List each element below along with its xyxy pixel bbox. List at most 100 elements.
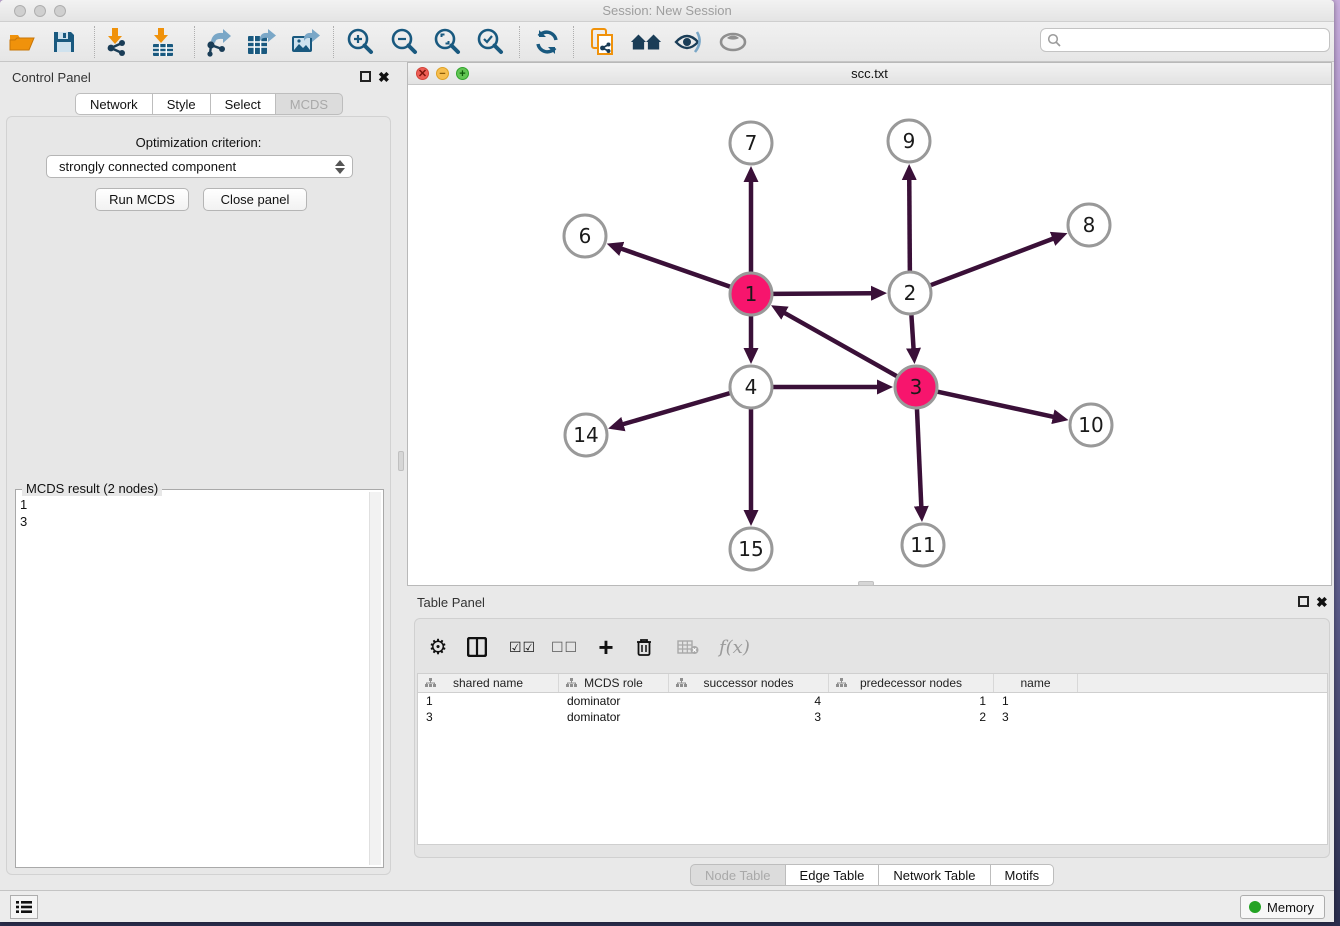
home-networks-icon — [630, 30, 662, 54]
search-input[interactable] — [1061, 30, 1329, 50]
cell-predecessor-nodes: 2 — [829, 709, 994, 725]
graph-edge-2-9[interactable] — [909, 179, 910, 271]
graph-edge-3-11[interactable] — [917, 409, 921, 507]
graph-node-label-10: 10 — [1078, 413, 1103, 437]
gear-icon[interactable]: ⚙ — [425, 635, 451, 660]
graph-node-label-1: 1 — [745, 282, 758, 306]
tab-style[interactable]: Style — [153, 93, 211, 115]
graph-edge-1-6[interactable] — [621, 249, 730, 287]
tab-network-table[interactable]: Network Table — [879, 864, 990, 886]
list-icon — [16, 900, 32, 914]
table-tabs: Node Table Edge Table Network Table Moti… — [690, 864, 1054, 886]
session-title: Session: New Session — [0, 3, 1334, 18]
hierarchy-icon — [425, 678, 436, 688]
home-networks-button[interactable] — [630, 26, 662, 58]
zoom-out-icon — [389, 27, 419, 57]
import-table-icon — [150, 27, 176, 57]
open-folder-icon — [8, 30, 36, 54]
memory-button[interactable]: Memory — [1240, 895, 1325, 919]
node-table[interactable]: shared name MCDS role successor nodes pr… — [417, 673, 1328, 845]
table-row[interactable]: 1 dominator 4 1 1 — [418, 693, 1327, 709]
toolbar-separator — [333, 26, 334, 58]
column-header-shared-name[interactable]: shared name — [418, 674, 559, 692]
table-row[interactable]: 3 dominator 3 2 3 — [418, 709, 1327, 725]
graph-edge-3-10[interactable] — [937, 392, 1053, 417]
task-history-button[interactable] — [10, 895, 38, 919]
table-panel: ⚙ ☑☑ ☐☐ + f(x) shared name — [414, 618, 1330, 858]
network-window-title-bar: ✕ − + scc.txt — [408, 63, 1331, 85]
zoom-out-button[interactable] — [388, 26, 420, 58]
optimization-criterion-select[interactable]: strongly connected component — [46, 155, 353, 178]
delete-trash-icon[interactable] — [635, 637, 661, 657]
tab-edge-table[interactable]: Edge Table — [786, 864, 880, 886]
hierarchy-icon — [566, 678, 577, 688]
show-all-button[interactable] — [717, 26, 749, 58]
column-header-name[interactable]: name — [994, 674, 1078, 692]
main-toolbar — [0, 22, 1334, 62]
mcds-result-box: MCDS result (2 nodes) 1 3 — [15, 489, 384, 868]
float-table-panel-icon[interactable] — [1298, 596, 1309, 607]
tab-mcds[interactable]: MCDS — [276, 93, 343, 115]
graph-edge-2-3[interactable] — [911, 315, 913, 349]
network-canvas[interactable]: 1234678910111415 — [408, 85, 1331, 586]
clear-checkboxes-icon[interactable]: ☐☐ — [551, 639, 577, 656]
close-panel-icon[interactable]: ✖ — [378, 69, 390, 86]
select-all-checkboxes-icon[interactable]: ☑☑ — [509, 639, 535, 656]
column-header-predecessor-nodes[interactable]: predecessor nodes — [829, 674, 994, 692]
view-splitter-handle[interactable] — [858, 581, 874, 586]
column-header-mcds-role[interactable]: MCDS role — [559, 674, 669, 692]
export-image-button[interactable] — [289, 26, 321, 58]
mcds-panel: Optimization criterion: strongly connect… — [6, 116, 391, 875]
function-builder-icon: f(x) — [719, 637, 750, 658]
export-network-button[interactable] — [202, 26, 234, 58]
split-columns-icon[interactable] — [467, 637, 493, 657]
graph-node-label-8: 8 — [1083, 213, 1096, 237]
app-window: Session: New Session — [0, 0, 1334, 922]
hierarchy-icon — [836, 678, 847, 688]
save-session-button[interactable] — [48, 26, 80, 58]
tab-network[interactable]: Network — [75, 93, 153, 115]
float-panel-icon[interactable] — [360, 71, 371, 82]
zoom-selected-button[interactable] — [474, 26, 506, 58]
run-mcds-button[interactable]: Run MCDS — [95, 188, 189, 211]
add-column-icon[interactable]: + — [593, 637, 619, 657]
zoom-in-button[interactable] — [344, 26, 376, 58]
open-session-button[interactable] — [6, 26, 38, 58]
graph-edge-4-14[interactable] — [622, 393, 729, 424]
column-header-successor-nodes[interactable]: successor nodes — [669, 674, 829, 692]
graph-node-label-14: 14 — [573, 423, 598, 447]
zoom-fit-icon — [432, 27, 462, 57]
cell-shared-name: 3 — [418, 709, 559, 725]
tab-motifs[interactable]: Motifs — [991, 864, 1055, 886]
tab-node-table[interactable]: Node Table — [690, 864, 786, 886]
result-line: 3 — [20, 513, 27, 530]
import-network-button[interactable] — [100, 26, 132, 58]
close-table-panel-icon[interactable]: ✖ — [1316, 594, 1328, 611]
search-box[interactable] — [1040, 28, 1330, 52]
graph-edge-3-1[interactable] — [784, 313, 897, 377]
result-scrollbar[interactable] — [369, 492, 381, 865]
graph-node-label-2: 2 — [904, 281, 917, 305]
mcds-result-text[interactable]: 1 3 — [20, 496, 27, 530]
graph-node-label-4: 4 — [745, 375, 758, 399]
duplicate-network-button[interactable] — [587, 26, 619, 58]
hide-eye-icon — [673, 30, 705, 54]
graph-edge-2-8[interactable] — [931, 238, 1054, 285]
zoom-fit-button[interactable] — [431, 26, 463, 58]
control-panel-title: Control Panel — [12, 70, 91, 85]
import-table-button[interactable] — [147, 26, 179, 58]
table-panel-header: Table Panel ✖ — [407, 591, 1334, 617]
network-file-title: scc.txt — [408, 66, 1331, 81]
hide-selected-button[interactable] — [673, 26, 705, 58]
panel-splitter-handle[interactable] — [398, 451, 404, 471]
close-panel-button[interactable]: Close panel — [203, 188, 307, 211]
search-icon — [1047, 33, 1061, 47]
export-table-button[interactable] — [245, 26, 277, 58]
cell-mcds-role: dominator — [559, 693, 669, 709]
graph-edge-1-2[interactable] — [773, 293, 872, 294]
refresh-layout-button[interactable] — [531, 26, 563, 58]
zoom-selected-icon — [475, 27, 505, 57]
tab-select[interactable]: Select — [211, 93, 276, 115]
graph-node-label-7: 7 — [745, 131, 758, 155]
toolbar-separator — [94, 26, 95, 58]
